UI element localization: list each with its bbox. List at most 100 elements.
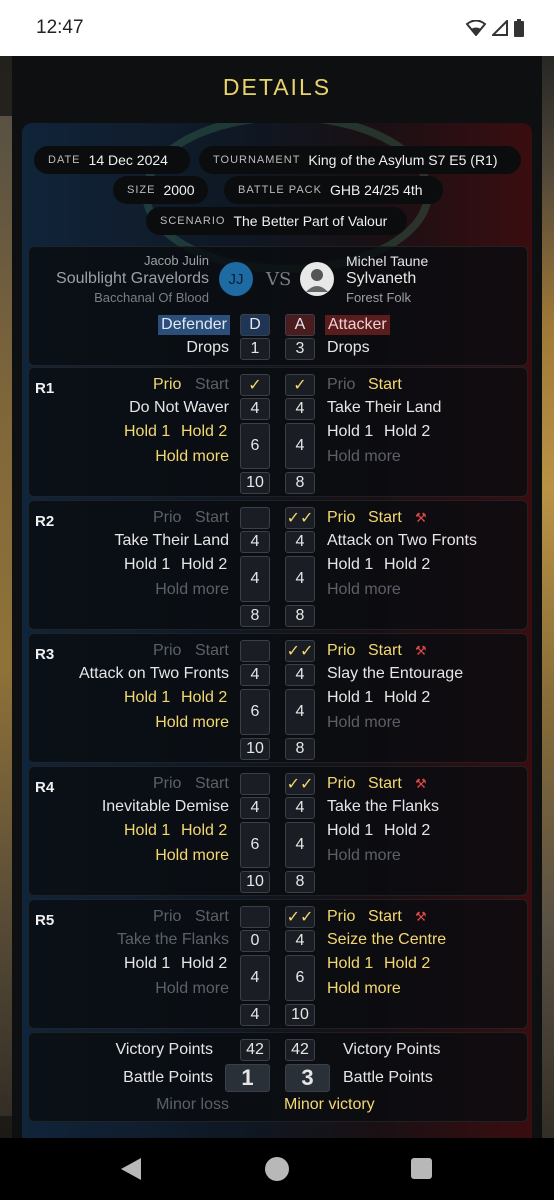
right-start[interactable]: Start: [368, 376, 402, 394]
left-hold-score: 6: [240, 689, 270, 735]
right-hold2[interactable]: Hold 2: [384, 556, 430, 574]
right-start[interactable]: Start: [368, 642, 402, 660]
right-tactic-score: 4: [285, 531, 315, 553]
right-hold2[interactable]: Hold 2: [384, 689, 430, 707]
right-hold1[interactable]: Hold 1: [327, 822, 373, 840]
left-hold-more[interactable]: Hold more: [155, 581, 229, 599]
left-hold1[interactable]: Hold 1: [124, 689, 170, 707]
left-check[interactable]: [240, 906, 270, 928]
right-hold1[interactable]: Hold 1: [327, 556, 373, 574]
right-start[interactable]: Start: [368, 509, 402, 527]
left-tactic[interactable]: Take the Flanks: [117, 931, 229, 949]
left-hold1[interactable]: Hold 1: [124, 955, 170, 973]
system-nav-bar: [0, 1138, 554, 1200]
left-hold2[interactable]: Hold 2: [181, 556, 227, 574]
left-hold-more[interactable]: Hold more: [155, 847, 229, 865]
right-tactic[interactable]: Attack on Two Fronts: [327, 532, 477, 550]
left-hold1[interactable]: Hold 1: [124, 423, 170, 441]
left-tactic[interactable]: Inevitable Demise: [102, 798, 229, 816]
right-tactic[interactable]: Slay the Entourage: [327, 665, 463, 683]
left-check[interactable]: [240, 507, 270, 529]
right-hold2[interactable]: Hold 2: [384, 423, 430, 441]
left-round-total: 4: [240, 1004, 270, 1026]
left-bp-label: Battle Points: [123, 1069, 213, 1086]
left-player-name: Jacob Julin: [143, 253, 209, 268]
round-label: R4: [35, 779, 55, 796]
right-check[interactable]: ✓✓: [285, 507, 315, 529]
right-player-name: Michel Taune: [346, 253, 429, 269]
right-hold2[interactable]: Hold 2: [384, 955, 430, 973]
home-icon[interactable]: [265, 1157, 289, 1181]
right-hold-more[interactable]: Hold more: [327, 980, 401, 998]
right-prio[interactable]: Prio: [327, 642, 355, 660]
app-content[interactable]: DETAILS DATE 14 Dec 2024 TOURNAMENT King…: [0, 56, 554, 1138]
right-hold2[interactable]: Hold 2: [384, 822, 430, 840]
hammer-icon: ⚒: [415, 909, 427, 924]
right-vp-label: Victory Points: [343, 1041, 441, 1058]
page-title: DETAILS: [222, 74, 332, 100]
left-hold2[interactable]: Hold 2: [181, 423, 227, 441]
right-hold-more[interactable]: Hold more: [327, 847, 401, 865]
left-hold2[interactable]: Hold 2: [181, 955, 227, 973]
right-hold-more[interactable]: Hold more: [327, 581, 401, 599]
left-hold2[interactable]: Hold 2: [181, 689, 227, 707]
right-prio[interactable]: Prio: [327, 908, 355, 926]
left-check[interactable]: ✓: [240, 374, 270, 396]
left-bp-value: 1: [225, 1064, 270, 1092]
left-prio[interactable]: Prio: [153, 775, 181, 793]
left-start[interactable]: Start: [195, 642, 229, 660]
left-tactic[interactable]: Do Not Waver: [129, 399, 229, 417]
left-tactic-score: 4: [240, 797, 270, 819]
right-prio[interactable]: Prio: [327, 509, 355, 527]
left-player-avatar[interactable]: JJ: [219, 262, 253, 296]
right-hold-more[interactable]: Hold more: [327, 714, 401, 732]
recents-icon[interactable]: [411, 1158, 432, 1179]
right-hold-more[interactable]: Hold more: [327, 448, 401, 466]
left-hold-more[interactable]: Hold more: [155, 980, 229, 998]
right-player-army: Sylvaneth: [346, 270, 417, 287]
right-check[interactable]: ✓✓: [285, 906, 315, 928]
left-prio[interactable]: Prio: [153, 642, 181, 660]
right-player-avatar[interactable]: [300, 262, 334, 296]
right-check[interactable]: ✓✓: [285, 773, 315, 795]
round-section-r2: R2 Prio Start ✓✓ Prio Start ⚒ Take Their…: [28, 500, 528, 630]
right-hold1[interactable]: Hold 1: [327, 689, 373, 707]
right-prio[interactable]: Prio: [327, 775, 355, 793]
back-icon[interactable]: [121, 1158, 141, 1180]
right-check[interactable]: ✓✓: [285, 640, 315, 662]
left-prio[interactable]: Prio: [153, 908, 181, 926]
scenario-label: SCENARIO: [160, 215, 226, 227]
left-tactic[interactable]: Attack on Two Fronts: [79, 665, 229, 683]
right-tactic[interactable]: Take Their Land: [327, 399, 441, 417]
left-start[interactable]: Start: [195, 775, 229, 793]
right-bp-value: 3: [285, 1064, 330, 1092]
right-start[interactable]: Start: [368, 908, 402, 926]
left-start[interactable]: Start: [195, 908, 229, 926]
right-hold1[interactable]: Hold 1: [327, 423, 373, 441]
right-start[interactable]: Start: [368, 775, 402, 793]
left-hold1[interactable]: Hold 1: [124, 822, 170, 840]
left-prio[interactable]: Prio: [153, 376, 181, 394]
left-tactic[interactable]: Take Their Land: [115, 532, 229, 550]
right-hold-score: 4: [285, 556, 315, 602]
left-hold-more[interactable]: Hold more: [155, 714, 229, 732]
summary-section: Victory Points 42 42 Victory Points Batt…: [28, 1032, 528, 1122]
right-tactic[interactable]: Seize the Centre: [327, 931, 446, 949]
left-tactic-score: 4: [240, 664, 270, 686]
left-tactic-score: 4: [240, 398, 270, 420]
left-check[interactable]: [240, 773, 270, 795]
right-hold1[interactable]: Hold 1: [327, 955, 373, 973]
right-prio[interactable]: Prio: [327, 376, 355, 394]
left-start[interactable]: Start: [195, 376, 229, 394]
left-prio[interactable]: Prio: [153, 509, 181, 527]
defender-tag: Defender: [158, 315, 230, 335]
right-check[interactable]: ✓: [285, 374, 315, 396]
left-check[interactable]: [240, 640, 270, 662]
left-hold1[interactable]: Hold 1: [124, 556, 170, 574]
left-hold2[interactable]: Hold 2: [181, 822, 227, 840]
left-start[interactable]: Start: [195, 509, 229, 527]
right-tactic[interactable]: Take the Flanks: [327, 798, 439, 816]
left-hold-more[interactable]: Hold more: [155, 448, 229, 466]
right-hold-score: 4: [285, 689, 315, 735]
right-tactic-score: 4: [285, 797, 315, 819]
